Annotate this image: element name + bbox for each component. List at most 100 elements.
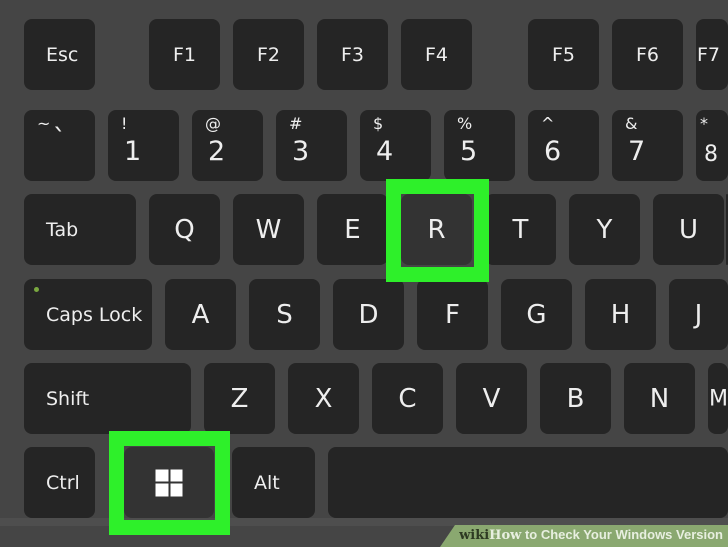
key-f3[interactable]: F3 (317, 19, 388, 90)
key-label: B (566, 383, 585, 414)
key-label: F1 (172, 43, 197, 66)
key-y[interactable]: Y (569, 194, 640, 265)
key-label: G (526, 299, 547, 330)
key-b[interactable]: B (540, 363, 611, 434)
key-6[interactable]: 6 ^ (528, 110, 599, 181)
key-label: H (610, 299, 631, 330)
key-n[interactable]: N (624, 363, 695, 434)
key-label: ` (52, 124, 67, 155)
key-label: F5 (551, 43, 576, 66)
key-label: 2 (208, 136, 226, 167)
key-s[interactable]: S (249, 279, 320, 350)
key-space[interactable] (328, 447, 728, 518)
key-shift-label: $ (373, 114, 384, 133)
key-label: 6 (544, 136, 562, 167)
key-label: 1 (124, 136, 142, 167)
key-j[interactable]: J (669, 279, 728, 350)
key-shift-label: ^ (541, 114, 555, 133)
key-4[interactable]: 4 $ (360, 110, 431, 181)
key-h[interactable]: H (585, 279, 656, 350)
key-backtick[interactable]: ` ~ (24, 110, 95, 181)
key-alt[interactable]: Alt (232, 447, 315, 518)
key-ctrl[interactable]: Ctrl (24, 447, 95, 518)
key-e[interactable]: E (317, 194, 388, 265)
key-shift-label: # (289, 114, 303, 133)
key-label: Q (174, 214, 195, 245)
key-v[interactable]: V (456, 363, 527, 434)
key-f[interactable]: F (417, 279, 488, 350)
key-f1[interactable]: F1 (149, 19, 220, 90)
key-f7[interactable]: F7 (696, 19, 728, 90)
caption-title: to Check Your Windows Version (521, 527, 723, 542)
key-label: J (694, 299, 703, 330)
key-esc[interactable]: Esc (24, 19, 95, 90)
key-label: Shift (46, 387, 90, 410)
key-label: 3 (292, 136, 310, 167)
key-label: C (398, 383, 417, 414)
key-label: Z (230, 383, 249, 414)
key-label: A (191, 299, 210, 330)
key-label: 7 (628, 136, 646, 167)
key-label: 5 (460, 136, 478, 167)
key-shift-label: * (700, 114, 708, 133)
key-shift[interactable]: Shift (24, 363, 191, 434)
key-label: F7 (697, 43, 721, 66)
key-7[interactable]: 7 & (612, 110, 683, 181)
key-label: V (482, 383, 501, 414)
key-8[interactable]: 8 * (696, 110, 728, 181)
key-3[interactable]: 3 # (276, 110, 347, 181)
key-tab[interactable]: Tab (24, 194, 136, 265)
key-label: S (276, 299, 293, 330)
wikihow-logo: wiki (459, 528, 490, 543)
key-shift-label: & (625, 114, 638, 133)
key-f2[interactable]: F2 (233, 19, 304, 90)
key-f5[interactable]: F5 (528, 19, 599, 90)
key-q[interactable]: Q (149, 194, 220, 265)
key-label: Tab (46, 218, 79, 241)
key-label: Caps Lock (46, 303, 143, 326)
key-label: E (344, 214, 361, 245)
caption-how: How (489, 528, 522, 543)
key-label: F3 (340, 43, 365, 66)
key-label: Y (596, 214, 613, 245)
key-shift-label: % (457, 114, 473, 133)
key-f4[interactable]: F4 (401, 19, 472, 90)
key-5[interactable]: 5% (444, 110, 515, 181)
key-u[interactable]: U (653, 194, 724, 265)
key-label: 4 (376, 136, 394, 167)
caps-lock-indicator (34, 287, 39, 292)
key-c[interactable]: C (372, 363, 443, 434)
key-label: F2 (256, 43, 281, 66)
key-shift-label: ~ (37, 114, 51, 133)
key-g[interactable]: G (501, 279, 572, 350)
key-f6[interactable]: F6 (612, 19, 683, 90)
wikihow-caption: wikiHow to Check Your Windows Version (459, 527, 723, 543)
key-m[interactable]: M (708, 363, 728, 434)
key-shift-label: ! (121, 114, 128, 133)
highlight-box-windows-key (109, 431, 230, 535)
key-2[interactable]: 2 @ (192, 110, 263, 181)
key-label: Ctrl (46, 471, 80, 494)
key-label: F6 (635, 43, 660, 66)
key-label: N (649, 383, 670, 414)
key-label: 8 (704, 142, 718, 167)
key-label: U (678, 214, 699, 245)
key-d[interactable]: D (333, 279, 404, 350)
key-a[interactable]: A (165, 279, 236, 350)
key-label: M (709, 386, 728, 411)
key-z[interactable]: Z (204, 363, 275, 434)
key-label: T (512, 214, 529, 245)
key-label: F (445, 299, 460, 330)
key-caps-lock[interactable]: Caps Lock (24, 279, 152, 350)
highlight-box-r-key (386, 179, 489, 282)
key-label: W (255, 214, 282, 245)
key-t[interactable]: T (485, 194, 556, 265)
key-label: Esc (46, 43, 79, 66)
key-x[interactable]: X (288, 363, 359, 434)
key-shift-label: @ (205, 114, 221, 133)
key-label: X (314, 383, 333, 414)
key-label: F4 (424, 43, 449, 66)
key-1[interactable]: 1! (108, 110, 179, 181)
key-label: D (358, 299, 379, 330)
key-w[interactable]: W (233, 194, 304, 265)
